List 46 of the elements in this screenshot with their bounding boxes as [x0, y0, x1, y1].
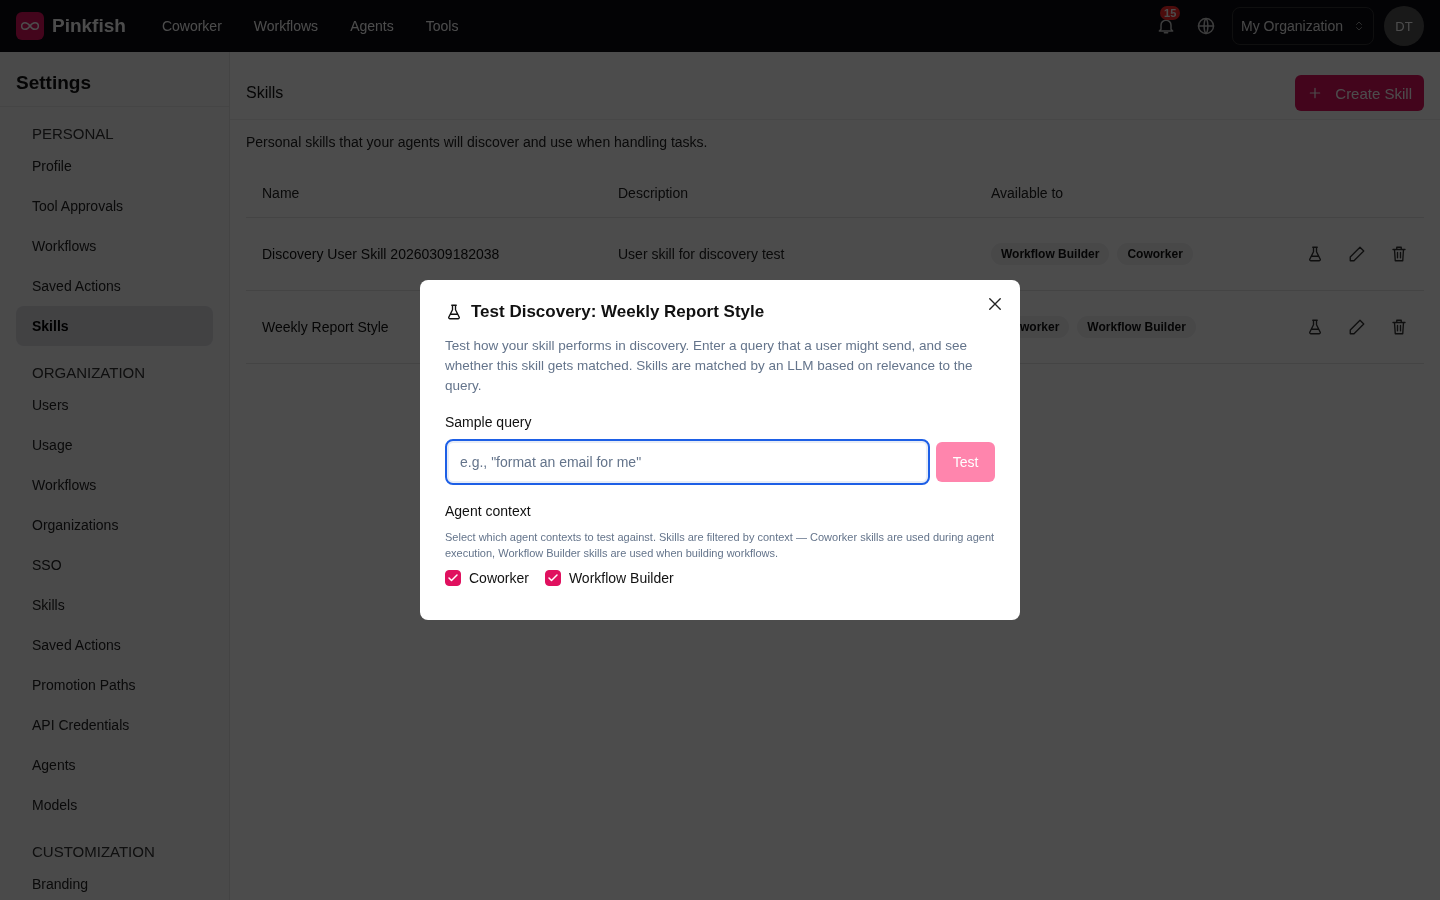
dialog-title: Test Discovery: Weekly Report Style — [471, 302, 765, 322]
close-icon[interactable] — [988, 297, 1002, 311]
sidebar-item[interactable]: Branding — [16, 864, 213, 900]
page-description: Personal skills that your agents will discover and use when handling tasks. — [245, 133, 709, 150]
sidebar-item[interactable]: Tool Approvals — [16, 186, 213, 226]
checkbox[interactable] — [544, 570, 561, 586]
sidebar-item[interactable]: SSO — [16, 545, 213, 585]
query-field[interactable]: e.g., "format an email for me" — [445, 439, 930, 485]
check-icon — [546, 572, 559, 584]
skill-description: User skill for discovery test — [618, 246, 786, 262]
sidebar-item[interactable]: Workflows — [16, 465, 213, 505]
sidebar-item[interactable]: Skills — [16, 585, 213, 625]
check-icon — [447, 572, 459, 584]
sidebar-item[interactable]: Saved Actions — [16, 625, 213, 665]
section-heading: CUSTOMIZATION — [31, 842, 156, 862]
column-header: Name — [262, 184, 301, 201]
sidebar-item[interactable]: Models — [16, 785, 213, 825]
sidebar-item[interactable]: API Credentials — [16, 705, 213, 745]
sidebar-item[interactable]: Agents — [16, 745, 213, 785]
sidebar-item[interactable]: Workflows — [16, 226, 213, 266]
nav-link[interactable]: Tools — [425, 18, 459, 34]
brand-name: Pinkfish — [52, 15, 126, 37]
nav-link[interactable]: Workflows — [253, 18, 319, 34]
sidebar-item[interactable]: Usage — [16, 425, 213, 465]
flask-icon — [445, 303, 463, 321]
field-label: Sample query — [445, 414, 533, 430]
dialog-description: Test how your skill performs in discovery. Enter a query that a user might send, and see whether this skill gets matched. Skills are matched by an LLM based on relevance to the query. — [445, 337, 974, 395]
skill-name: Discovery User Skill 20260309182038 — [262, 246, 501, 262]
page-title: Skills — [246, 84, 284, 102]
checkbox[interactable] — [445, 570, 461, 586]
checkbox-label: Workflow Builder — [568, 570, 674, 586]
field-label: Agent context — [445, 503, 532, 519]
section-heading: PERSONAL — [31, 124, 115, 144]
section-heading: ORGANIZATION — [31, 363, 147, 383]
help-text: Select which agent contexts to test against. Skills are filtered by context — Coworker skills are used during agent execution, Workflow Builder skills are used when building workflows. — [445, 530, 995, 561]
nav-link[interactable]: Coworker — [161, 18, 222, 34]
sidebar-item[interactable]: Organizations — [16, 505, 213, 545]
column-header: Available to — [991, 184, 1065, 201]
sidebar-item[interactable]: Promotion Paths — [16, 665, 213, 705]
sidebar-item[interactable]: Saved Actions — [16, 266, 213, 306]
skill-name: Weekly Report Style — [262, 319, 390, 335]
checkbox-label: Coworker — [469, 570, 529, 586]
nav-link[interactable]: Agents — [350, 18, 394, 34]
sidebar-item[interactable]: Profile — [16, 146, 213, 186]
sidebar-item[interactable]: Users — [16, 385, 213, 425]
column-header: Description — [618, 184, 690, 201]
